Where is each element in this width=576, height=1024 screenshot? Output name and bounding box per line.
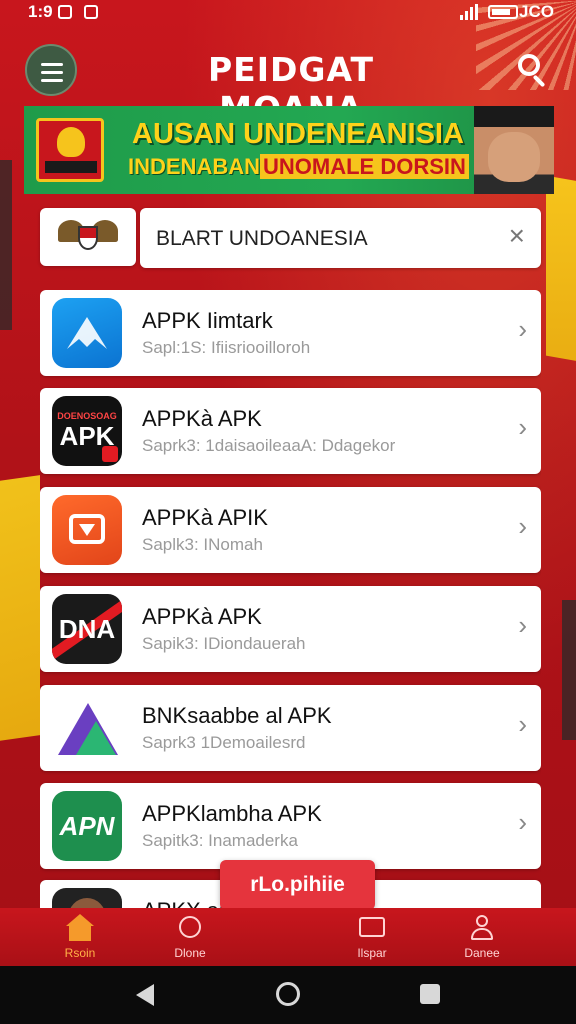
background-structure-right [562,600,576,740]
chevron-right-icon: › [518,511,527,541]
app-subtitle: Saprk3: 1daisaoileaaA: Ddagekor [142,436,396,455]
chevron-right-icon: › [518,807,527,837]
battery-icon [488,5,518,19]
app-title: APPK Iimtark [142,308,273,333]
emblem-icon [36,118,104,182]
app-subtitle: Saplk3: INomah [142,535,263,554]
nav-item-home[interactable]: Rsoin [40,914,120,960]
menu-button[interactable] [25,44,77,96]
bottom-navigation: Rsoin Dlone Ilspar Danee [0,908,576,966]
promo-banner[interactable]: AUSAN UNDENEANISIA INDENABAN UNOMALE DORS… [24,106,554,194]
list-item[interactable]: BNKsaabbe al APK Saprk3 1Demoailesrd › [40,685,541,771]
app-subtitle: Sapl:1S: Ifiisriooilloroh [142,338,311,357]
app-icon: APN [52,791,122,861]
search-input[interactable]: BLART UNDOANESIA × [140,208,541,268]
app-title: APPKà APK [142,406,262,431]
list-item[interactable]: APPK Iimtark Sapl:1S: Ifiisriooilloroh › [40,290,541,376]
list-item[interactable]: DNA APPKà APK Sapik3: IDiondauerah › [40,586,541,672]
app-icon [52,693,122,763]
list-item[interactable]: APN APPKlambha APK Sapitk3: Inamaderka › [40,783,541,869]
app-subtitle: Saprk3 1Demoailesrd [142,733,306,752]
banner-portrait-image [474,106,554,194]
back-icon[interactable] [136,984,154,1006]
banner-subheadline: INDENABAN UNOMALE DORSIN [128,154,469,180]
app-title: BNKsaabbe al APK [142,703,332,728]
app-subtitle: Sapik3: IDiondauerah [142,634,306,653]
app-subtitle: Sapitk3: Inamaderka [142,831,298,850]
app-icon-text: DNA [58,613,116,644]
nav-item-globe[interactable]: Dlone [150,914,230,960]
chevron-right-icon: › [518,709,527,739]
app-icon: DOENOSOAG APK [52,396,122,466]
app-icon [52,495,122,565]
country-emblem-button[interactable] [40,208,136,266]
home-circle-icon[interactable] [276,982,300,1006]
app-header: PEIDGAT MOANA [0,36,576,128]
nav-label: Rsoin [64,946,96,960]
list-item[interactable]: APPKà APIK Saplk3: INomah › [40,487,541,573]
search-input-value: BLART UNDOANESIA [156,227,368,250]
status-bar: 1:9 JCO [0,0,576,26]
app-icon-caption: DOENOSOAG [57,410,117,421]
nav-label: Danee [464,946,500,960]
chevron-right-icon: › [518,314,527,344]
list-item[interactable]: DOENOSOAG APK APPKà APK Saprk3: 1daisaoi… [40,388,541,474]
nav-label: Dlone [174,946,206,960]
banner-subheadline-prefix: INDENABAN [128,154,260,179]
chevron-right-icon: › [518,610,527,640]
banner-headline: AUSAN UNDENEANISIA [132,118,464,150]
app-list: APPK Iimtark Sapl:1S: Ifiisriooilloroh ›… [40,290,541,910]
globe-icon [175,914,205,942]
search-icon[interactable] [512,50,552,90]
status-time: 1:9 [28,2,53,21]
signal-icon [460,4,480,20]
clear-icon[interactable]: × [509,222,525,250]
nav-label: Ilspar [357,946,387,960]
notification-icon [58,5,72,19]
status-right-text: JCO [519,2,554,21]
app-title: APPKlambha APK [142,801,322,826]
app-title: APPKà APIK [142,505,268,530]
banner-subheadline-highlight: UNOMALE DORSIN [260,154,469,179]
background-flag-stripe-right [546,175,576,365]
home-icon [65,914,95,942]
nav-item-tv[interactable]: Ilspar [332,914,412,960]
background-flag-stripe-left [0,475,40,745]
garuda-emblem-icon [58,216,118,258]
user-icon [467,914,497,942]
tv-icon [357,914,387,942]
app-icon: DNA [52,594,122,664]
chevron-right-icon: › [518,412,527,442]
system-navigation-bar [0,966,576,1024]
floating-action-button[interactable]: rLo.pihiie [220,860,375,910]
recent-apps-icon[interactable] [420,984,440,1004]
app-title: APPKà APK [142,604,262,629]
app-icon-text: APN [59,810,115,841]
notification-icon [84,5,98,19]
app-icon [52,298,122,368]
app-icon [52,888,122,910]
background-structure-left [0,160,12,330]
nav-item-profile[interactable]: Danee [442,914,522,960]
